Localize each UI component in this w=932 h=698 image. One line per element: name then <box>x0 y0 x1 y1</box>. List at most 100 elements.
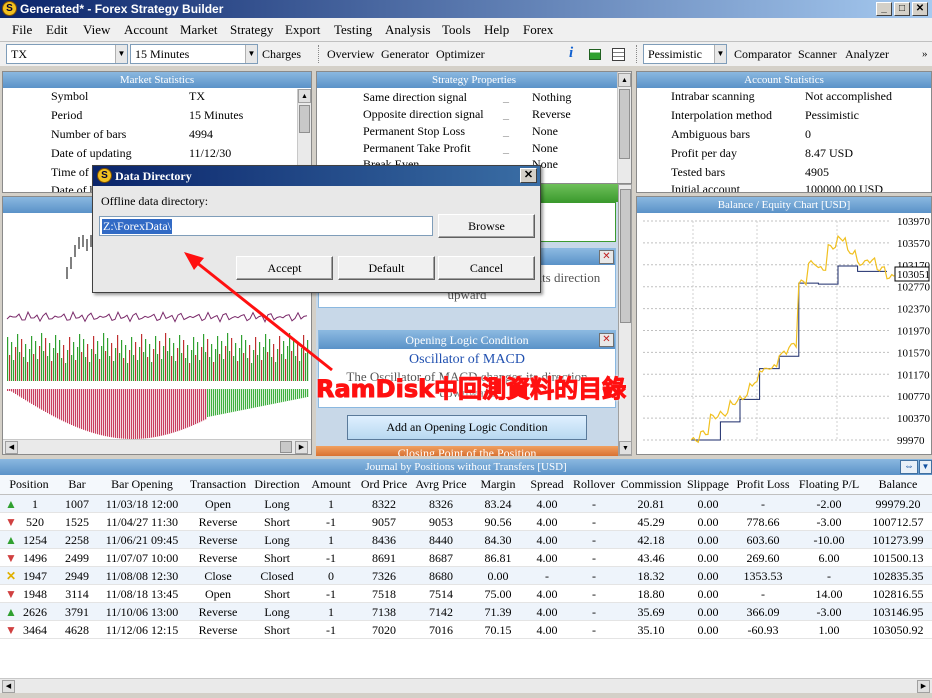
accept-button[interactable]: Accept <box>236 256 333 280</box>
minimize-button[interactable]: _ <box>876 2 892 16</box>
table-view-icon[interactable] <box>612 48 625 61</box>
symbol-select[interactable]: TX ▼ <box>6 44 128 64</box>
cancel-button[interactable]: Cancel <box>438 256 535 280</box>
scroll-thumb[interactable] <box>620 189 631 323</box>
journal-column-header[interactable]: Floating P/L <box>796 477 862 492</box>
menu-testing[interactable]: Testing <box>334 22 372 38</box>
macd-bar <box>251 389 253 409</box>
menu-strategy[interactable]: Strategy <box>230 22 273 38</box>
journal-row[interactable]: ▲ 1254 2258 11/06/21 09:45 Reverse Long 1 8436 8… <box>0 531 932 549</box>
info-icon[interactable]: i <box>569 45 573 62</box>
browse-button[interactable]: Browse <box>438 214 535 238</box>
y-tick-label: 100370 <box>897 413 931 425</box>
scroll-thumb[interactable] <box>299 105 310 133</box>
menu-file[interactable]: File <box>12 22 32 38</box>
optimizer-button[interactable]: Optimizer <box>436 47 485 62</box>
interpolation-select[interactable]: Pessimistic ▼ <box>643 44 727 64</box>
journal-column-header[interactable]: Amount <box>308 477 354 492</box>
journal-column-header[interactable]: Position <box>2 477 56 492</box>
overview-button[interactable]: Overview <box>327 47 374 62</box>
generator-button[interactable]: Generator <box>381 47 429 62</box>
journal-cell: 1948 <box>23 587 47 601</box>
scroll-left-icon[interactable]: ◀ <box>2 680 15 693</box>
journal-row[interactable]: ▲ 1 1007 11/03/18 12:00 Open Long 1 8322 8326 83.… <box>0 495 932 513</box>
menu-account[interactable]: Account <box>124 22 168 38</box>
charges-button[interactable]: Charges <box>262 47 301 62</box>
journal-cell: Long <box>264 605 290 619</box>
scroll-thumb[interactable] <box>280 441 292 453</box>
journal-row[interactable]: ▼ 3464 4628 11/12/06 12:15 Reverse Short -1 702… <box>0 621 932 639</box>
menu-forex[interactable]: Forex <box>523 22 553 38</box>
journal-dropdown-icon[interactable]: ▼ <box>919 460 932 474</box>
journal-column-header[interactable]: Ord Price <box>358 477 410 492</box>
journal-column-header[interactable]: Slippage <box>684 477 732 492</box>
scroll-right-icon[interactable]: ▶ <box>295 441 308 454</box>
volume-bar <box>151 362 153 381</box>
journal-column-header[interactable]: Profit Loss <box>734 477 792 492</box>
dialog-close-button[interactable]: ✕ <box>520 168 537 183</box>
menu-analysis[interactable]: Analysis <box>385 22 431 38</box>
journal-row[interactable]: ▼ 1948 3114 11/08/18 13:45 Open Short -1 7518 75… <box>0 585 932 603</box>
add-opening-logic-button[interactable]: Add an Opening Logic Condition <box>347 415 587 440</box>
grid-view-icon[interactable] <box>589 49 601 60</box>
menu-view[interactable]: View <box>83 22 110 38</box>
journal-column-header[interactable]: Direction <box>250 477 304 492</box>
close-window-button[interactable]: ✕ <box>912 2 928 16</box>
period-select[interactable]: 15 Minutes ▼ <box>130 44 258 64</box>
scroll-up-icon[interactable]: ▲ <box>298 89 311 103</box>
journal-column-header[interactable]: Avrg Price <box>412 477 470 492</box>
menu-edit[interactable]: Edit <box>46 22 68 38</box>
comparator-button[interactable]: Comparator <box>734 47 791 62</box>
scroll-up-icon[interactable]: ▲ <box>618 73 631 87</box>
prop-sep: _ <box>503 141 509 155</box>
journal-column-header[interactable]: Margin <box>472 477 524 492</box>
journal-row[interactable]: ✕ 1947 2949 11/08/08 12:30 Close Closed 0 7326 8… <box>0 567 932 585</box>
journal-row[interactable]: ▲ 2626 3791 11/10/06 13:00 Reverse Long 1 7138 7… <box>0 603 932 621</box>
menu-help[interactable]: Help <box>484 22 509 38</box>
scanner-button[interactable]: Scanner <box>798 47 837 62</box>
scroll-right-icon[interactable]: ▶ <box>917 680 930 693</box>
volume-bar <box>17 334 19 381</box>
journal-cell: 4.00 <box>536 497 558 511</box>
remove-filter-icon[interactable]: ✕ <box>599 250 614 264</box>
maximize-button[interactable]: □ <box>894 2 910 16</box>
macd-bar <box>301 389 303 399</box>
menu-market[interactable]: Market <box>180 22 218 38</box>
journal-column-header[interactable]: Bar <box>60 477 94 492</box>
scroll-down-icon[interactable]: ▼ <box>619 441 632 455</box>
journal-cell: -1 <box>326 551 336 565</box>
prop-value: None <box>532 141 558 155</box>
journal-column-header[interactable]: Transaction <box>188 477 248 492</box>
macd-bar <box>69 389 71 425</box>
journal-row[interactable]: ▼ 520 1525 11/04/27 11:30 Reverse Short -1 9057… <box>0 513 932 531</box>
menu-export[interactable]: Export <box>285 22 320 38</box>
journal-column-header[interactable]: Spread <box>526 477 568 492</box>
logic-scrollbar[interactable]: ▼ <box>618 184 632 456</box>
journal-hscrollbar[interactable]: ◀ ▶ <box>0 678 932 693</box>
strategy-properties-scrollbar[interactable]: ▲ <box>617 72 631 183</box>
journal-column-header[interactable]: Balance <box>866 477 930 492</box>
data-directory-input[interactable]: Z:\ForexData\ <box>99 216 433 236</box>
macd-bar <box>19 389 21 397</box>
opening-logic-indicator[interactable]: Oscillator of MACD <box>319 352 615 368</box>
overflow-chevron-icon[interactable]: » <box>922 48 928 60</box>
prop-value: None <box>532 124 558 138</box>
default-button[interactable]: Default <box>338 256 435 280</box>
journal-toggle-icon[interactable]: ⇔ <box>900 460 918 474</box>
scroll-thumb[interactable] <box>619 89 630 159</box>
volume-bar <box>251 363 253 381</box>
macd-bar <box>213 389 215 416</box>
journal-cell: 7326 <box>372 569 396 583</box>
price-chart-hscrollbar[interactable]: ◀ ▶ <box>3 439 311 454</box>
remove-opening-logic-icon[interactable]: ✕ <box>599 333 614 347</box>
journal-column-header[interactable]: Rollover <box>570 477 618 492</box>
analyzer-button[interactable]: Analyzer <box>845 47 889 62</box>
macd-bar <box>131 389 133 439</box>
macd-bar <box>117 389 119 439</box>
journal-column-header[interactable]: Commission <box>620 477 682 492</box>
menu-tools[interactable]: Tools <box>442 22 471 38</box>
scroll-left-icon[interactable]: ◀ <box>5 441 18 454</box>
journal-row[interactable]: ▼ 1496 2499 11/07/07 10:00 Reverse Short -1 869… <box>0 549 932 567</box>
journal-cell: 8436 <box>372 533 396 547</box>
account-stat-value: 4905 <box>805 165 829 179</box>
